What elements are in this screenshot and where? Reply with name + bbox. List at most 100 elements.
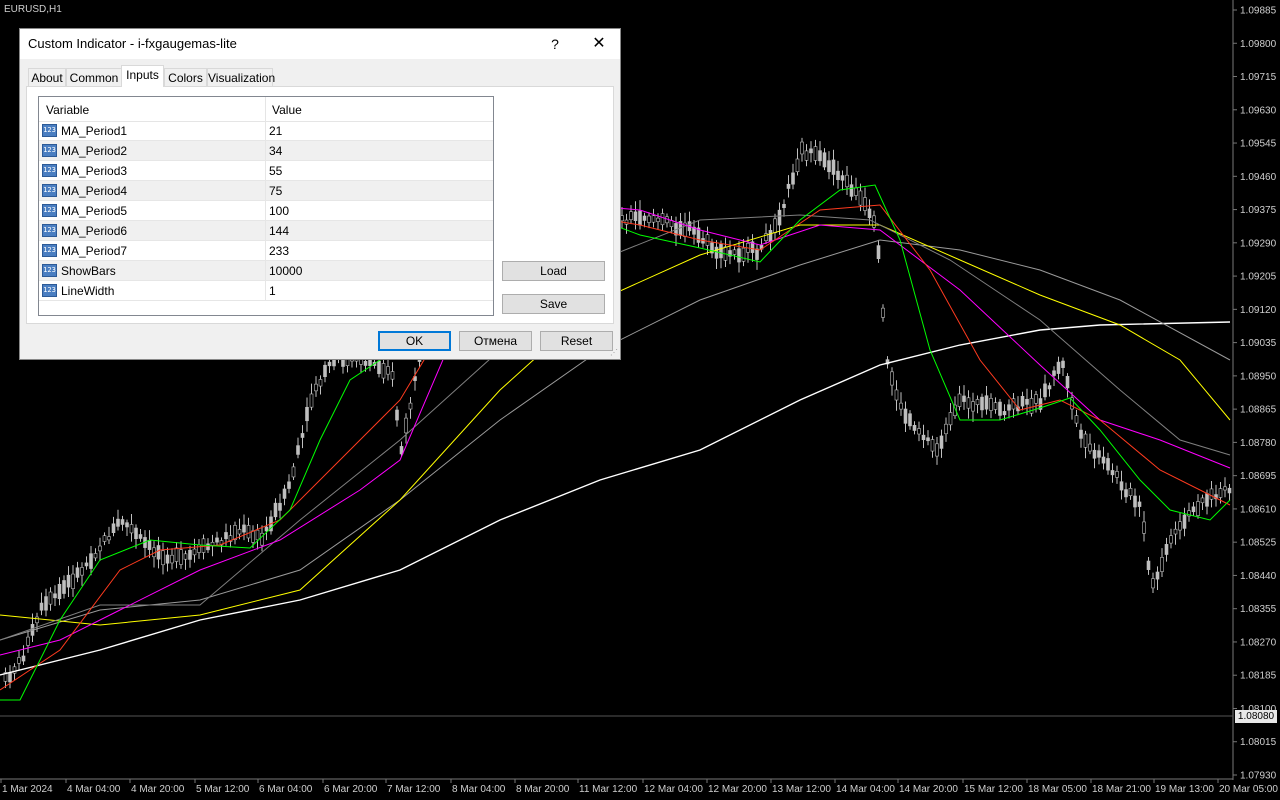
cell-separator [265, 141, 266, 161]
time-label: 5 Mar 12:00 [196, 784, 250, 795]
tab-common[interactable]: Common [66, 68, 122, 87]
integer-type-icon: 123 [42, 284, 57, 297]
save-button[interactable]: Save [502, 294, 605, 314]
time-label: 19 Mar 13:00 [1155, 784, 1214, 795]
input-row-ma_period3[interactable]: 123 MA_Period3 55 [39, 161, 493, 181]
price-label: 1.09630 [1240, 105, 1277, 116]
time-label: 1 Mar 2024 [2, 784, 53, 795]
cell-separator [265, 261, 266, 281]
price-label: 1.09545 [1240, 139, 1277, 150]
integer-type-icon: 123 [42, 164, 57, 177]
price-label: 1.08270 [1240, 637, 1277, 648]
input-variable: MA_Period5 [61, 204, 128, 218]
time-label: 20 Mar 05:00 [1219, 784, 1278, 795]
input-variable: ShowBars [61, 264, 116, 278]
input-variable: MA_Period1 [61, 124, 128, 138]
input-row-ma_period2[interactable]: 123 MA_Period2 34 [39, 141, 493, 161]
help-button[interactable]: ? [544, 32, 566, 56]
dialog-titlebar[interactable]: Custom Indicator - i-fxgaugemas-lite ? ✕ [20, 29, 620, 59]
cell-separator [265, 221, 266, 241]
integer-type-icon: 123 [42, 224, 57, 237]
reset-button[interactable]: Reset [540, 331, 613, 351]
integer-type-icon: 123 [42, 124, 57, 137]
price-label: 1.08865 [1240, 405, 1277, 416]
cell-separator [265, 161, 266, 181]
price-label: 1.07930 [1240, 771, 1277, 782]
input-row-ma_period6[interactable]: 123 MA_Period6 144 [39, 221, 493, 241]
time-label: 18 Mar 05:00 [1028, 784, 1087, 795]
integer-type-icon: 123 [42, 264, 57, 277]
price-label: 1.08610 [1240, 504, 1277, 515]
input-variable: MA_Period6 [61, 224, 128, 238]
price-label: 1.08950 [1240, 371, 1277, 382]
tab-colors[interactable]: Colors [164, 68, 207, 87]
input-variable: MA_Period3 [61, 164, 128, 178]
input-value[interactable]: 233 [269, 244, 289, 258]
input-row-showbars[interactable]: 123 ShowBars 10000 [39, 261, 493, 281]
cell-separator [265, 181, 266, 201]
price-label: 1.09205 [1240, 272, 1277, 283]
load-button[interactable]: Load [502, 261, 605, 281]
input-variable: MA_Period2 [61, 144, 128, 158]
price-label: 1.09885 [1240, 6, 1277, 17]
resize-grip-icon[interactable]: ⋰ [610, 349, 618, 357]
input-variable: MA_Period7 [61, 244, 128, 258]
close-button[interactable]: ✕ [586, 32, 612, 56]
tab-about[interactable]: About [28, 68, 66, 87]
column-separator[interactable] [265, 97, 266, 121]
time-label: 12 Mar 04:00 [644, 784, 703, 795]
dialog-title: Custom Indicator - i-fxgaugemas-lite [28, 36, 237, 51]
cell-separator [265, 241, 266, 261]
time-label: 8 Mar 20:00 [516, 784, 570, 795]
cell-separator [265, 201, 266, 221]
input-value[interactable]: 100 [269, 204, 289, 218]
time-label: 13 Mar 12:00 [772, 784, 831, 795]
cancel-button[interactable]: Отмена [459, 331, 532, 351]
price-label: 1.09375 [1240, 205, 1277, 216]
price-label: 1.08015 [1240, 737, 1277, 748]
time-label: 14 Mar 20:00 [899, 784, 958, 795]
integer-type-icon: 123 [42, 144, 57, 157]
price-label: 1.09290 [1240, 238, 1277, 249]
price-label: 1.08695 [1240, 471, 1277, 482]
input-value[interactable]: 10000 [269, 264, 302, 278]
input-row-ma_period1[interactable]: 123 MA_Period1 21 [39, 121, 493, 141]
price-label: 1.09715 [1240, 72, 1277, 83]
grid-header: Variable Value [39, 97, 493, 122]
tab-visualization[interactable]: Visualization [207, 68, 275, 87]
input-row-ma_period7[interactable]: 123 MA_Period7 233 [39, 241, 493, 261]
inputs-grid: Variable Value 123 MA_Period1 21 123 MA_Peri… [38, 96, 494, 316]
column-header-value[interactable]: Value [272, 103, 302, 117]
time-label: 18 Mar 21:00 [1092, 784, 1151, 795]
input-variable: MA_Period4 [61, 184, 128, 198]
input-variable: LineWidth [61, 284, 115, 298]
input-value[interactable]: 55 [269, 164, 282, 178]
input-row-ma_period5[interactable]: 123 MA_Period5 100 [39, 201, 493, 221]
time-label: 8 Mar 04:00 [452, 784, 506, 795]
cell-separator [265, 121, 266, 141]
input-value[interactable]: 1 [269, 284, 276, 298]
tab-inputs[interactable]: Inputs [121, 65, 164, 87]
price-label: 1.08185 [1240, 671, 1277, 682]
input-value[interactable]: 34 [269, 144, 282, 158]
input-value[interactable]: 75 [269, 184, 282, 198]
time-label: 6 Mar 04:00 [259, 784, 313, 795]
column-header-variable[interactable]: Variable [46, 103, 89, 117]
input-value[interactable]: 144 [269, 224, 289, 238]
price-label: 1.08440 [1240, 571, 1277, 582]
inputs-tab-panel: Variable Value 123 MA_Period1 21 123 MA_Peri… [26, 86, 614, 324]
price-label: 1.09800 [1240, 39, 1277, 50]
input-row-linewidth[interactable]: 123 LineWidth 1 [39, 281, 493, 301]
time-label: 7 Mar 12:00 [387, 784, 441, 795]
time-label: 4 Mar 20:00 [131, 784, 185, 795]
price-label: 1.08525 [1240, 538, 1277, 549]
price-label: 1.08355 [1240, 604, 1277, 615]
cell-separator [265, 281, 266, 301]
ok-button[interactable]: OK [378, 331, 451, 351]
time-label: 11 Mar 12:00 [579, 784, 638, 795]
price-label: 1.08780 [1240, 438, 1277, 449]
current-price-tag: 1.08080 [1235, 710, 1277, 723]
input-value[interactable]: 21 [269, 124, 282, 138]
input-row-ma_period4[interactable]: 123 MA_Period4 75 [39, 181, 493, 201]
price-label: 1.09120 [1240, 305, 1277, 316]
